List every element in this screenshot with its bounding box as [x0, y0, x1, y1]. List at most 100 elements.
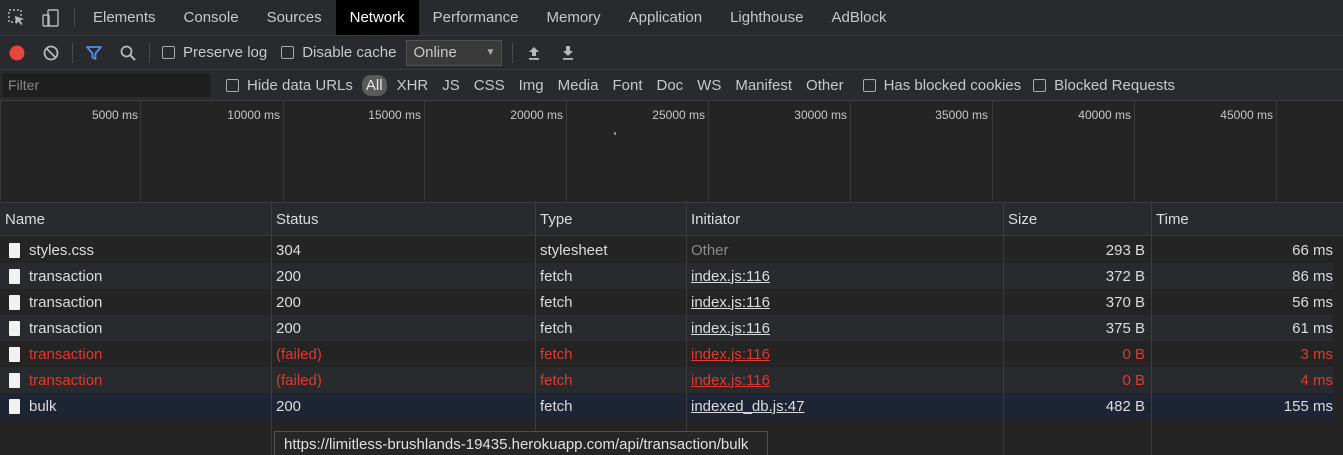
column-header-time[interactable]: Time	[1151, 203, 1341, 236]
column-header-initiator[interactable]: Initiator	[686, 203, 1003, 236]
cell-time: 86 ms	[1292, 267, 1333, 285]
record-button[interactable]	[0, 36, 34, 70]
filter-type-ws[interactable]: WS	[690, 77, 728, 94]
preserve-log-checkbox[interactable]: Preserve log	[162, 44, 267, 61]
filter-input[interactable]: Filter	[2, 73, 210, 97]
timeline-tick: 5000 ms	[91, 108, 138, 122]
has-blocked-cookies-checkbox[interactable]: Has blocked cookies	[862, 77, 1021, 94]
checkbox-box[interactable]	[1033, 78, 1047, 92]
cell-initiator[interactable]: index.js:116	[691, 315, 999, 341]
cell-initiator[interactable]: index.js:116	[691, 341, 999, 367]
request-name: transaction	[29, 293, 103, 311]
column-divider[interactable]	[1003, 203, 1004, 455]
table-row[interactable]: transaction 200 fetch index.js:116 372 B 86 m…	[0, 263, 1343, 289]
filter-type-other[interactable]: Other	[799, 77, 851, 94]
table-row[interactable]: transaction 200 fetch index.js:116 375 B 61 m…	[0, 315, 1343, 341]
checkbox-box[interactable]	[162, 46, 175, 59]
cell-name[interactable]: bulk	[9, 393, 267, 419]
filter-type-img[interactable]: Img	[512, 77, 551, 94]
column-header-name[interactable]: Name	[0, 203, 271, 236]
checkbox-box[interactable]	[226, 78, 239, 92]
network-overview[interactable]: 5000 ms 10000 ms 15000 ms 20000 ms 25000…	[0, 101, 1343, 203]
tab-adblock[interactable]: AdBlock	[817, 0, 900, 35]
cell-status: 200	[276, 293, 302, 311]
column-divider[interactable]	[535, 203, 536, 455]
filter-type-js[interactable]: JS	[435, 77, 467, 94]
cell-initiator: Other	[691, 241, 729, 259]
cell-type: fetch	[540, 371, 573, 389]
gridline	[992, 101, 993, 201]
column-divider[interactable]	[271, 203, 272, 455]
tab-memory[interactable]: Memory	[533, 0, 615, 35]
cell-status: (failed)	[276, 345, 322, 363]
filter-type-media[interactable]: Media	[551, 77, 606, 94]
request-name: transaction	[29, 345, 103, 363]
scrollbar[interactable]	[1333, 236, 1343, 455]
gridline	[708, 101, 709, 201]
cell-initiator[interactable]: index.js:116	[691, 263, 999, 289]
cell-initiator[interactable]: index.js:116	[691, 289, 999, 315]
table-row[interactable]: transaction (failed) fetch index.js:116 0 B 4…	[0, 367, 1343, 393]
filter-type-xhr[interactable]: XHR	[390, 77, 436, 94]
column-header-status[interactable]: Status	[271, 203, 535, 236]
cell-name[interactable]: transaction	[9, 263, 267, 289]
table-row[interactable]: styles.css 304 stylesheet Other 293 B 66 ms	[0, 237, 1343, 263]
tab-sources[interactable]: Sources	[253, 0, 336, 35]
table-row[interactable]: bulk 200 fetch indexed_db.js:47 482 B 155 ms	[0, 393, 1343, 419]
gridline	[566, 101, 567, 201]
cell-type: fetch	[540, 397, 573, 415]
table-row[interactable]: transaction 200 fetch index.js:116 370 B 56 m…	[0, 289, 1343, 315]
tab-console[interactable]: Console	[170, 0, 253, 35]
divider	[512, 42, 514, 63]
filter-bar: Filter Hide data URLs All XHR JS CSS Img…	[0, 70, 1343, 101]
cell-name[interactable]: transaction	[9, 315, 267, 341]
tab-performance[interactable]: Performance	[419, 0, 533, 35]
tab-elements[interactable]: Elements	[79, 0, 170, 35]
column-divider[interactable]	[1151, 203, 1152, 455]
table-header: Name Status Type Initiator Size Time	[0, 203, 1343, 236]
checkbox-box[interactable]	[862, 78, 876, 92]
column-header-size[interactable]: Size	[1003, 203, 1151, 236]
hide-data-urls-checkbox[interactable]: Hide data URLs	[226, 77, 353, 94]
export-har-icon[interactable]	[551, 36, 585, 70]
request-name: transaction	[29, 371, 103, 389]
cell-name[interactable]: transaction	[9, 341, 267, 367]
column-header-type[interactable]: Type	[535, 203, 686, 236]
cell-time: 56 ms	[1292, 293, 1333, 311]
request-name: transaction	[29, 319, 103, 337]
import-har-icon[interactable]	[517, 36, 551, 70]
filter-type-font[interactable]: Font	[605, 77, 649, 94]
timeline-tick: 25000 ms	[652, 108, 705, 122]
cell-name[interactable]: transaction	[9, 367, 267, 393]
tab-network[interactable]: Network	[335, 0, 419, 35]
requests-table: Name Status Type Initiator Size Time sty…	[0, 203, 1343, 455]
column-divider[interactable]	[686, 203, 687, 455]
gridline	[140, 101, 141, 201]
cell-size: 375 B	[1105, 319, 1145, 337]
clear-icon[interactable]	[34, 36, 68, 70]
inspect-element-icon[interactable]	[0, 0, 34, 35]
filter-type-all[interactable]: All	[361, 74, 387, 96]
cell-type: fetch	[540, 345, 573, 363]
checkbox-box[interactable]	[281, 46, 295, 59]
cell-name[interactable]: transaction	[9, 289, 267, 315]
filter-type-manifest[interactable]: Manifest	[728, 77, 799, 94]
tab-application[interactable]: Application	[615, 0, 716, 35]
filter-type-doc[interactable]: Doc	[649, 77, 690, 94]
filter-icon[interactable]	[77, 36, 111, 70]
hide-data-urls-label: Hide data URLs	[247, 76, 353, 94]
blocked-requests-checkbox[interactable]: Blocked Requests	[1033, 77, 1175, 94]
cell-status: 200	[276, 319, 302, 337]
cell-initiator[interactable]: index.js:116	[691, 367, 999, 393]
cell-size: 372 B	[1105, 267, 1145, 285]
filter-type-css[interactable]: CSS	[467, 77, 512, 94]
tab-lighthouse[interactable]: Lighthouse	[716, 0, 817, 35]
throttling-select[interactable]: Online ▼	[406, 39, 503, 66]
cell-initiator[interactable]: indexed_db.js:47	[691, 393, 999, 419]
gridline	[1134, 101, 1135, 201]
search-icon[interactable]	[111, 36, 145, 70]
device-toolbar-icon[interactable]	[34, 0, 68, 35]
disable-cache-checkbox[interactable]: Disable cache	[281, 44, 396, 61]
table-row[interactable]: transaction (failed) fetch index.js:116 0 B 3…	[0, 341, 1343, 367]
cell-name[interactable]: styles.css	[9, 237, 267, 263]
